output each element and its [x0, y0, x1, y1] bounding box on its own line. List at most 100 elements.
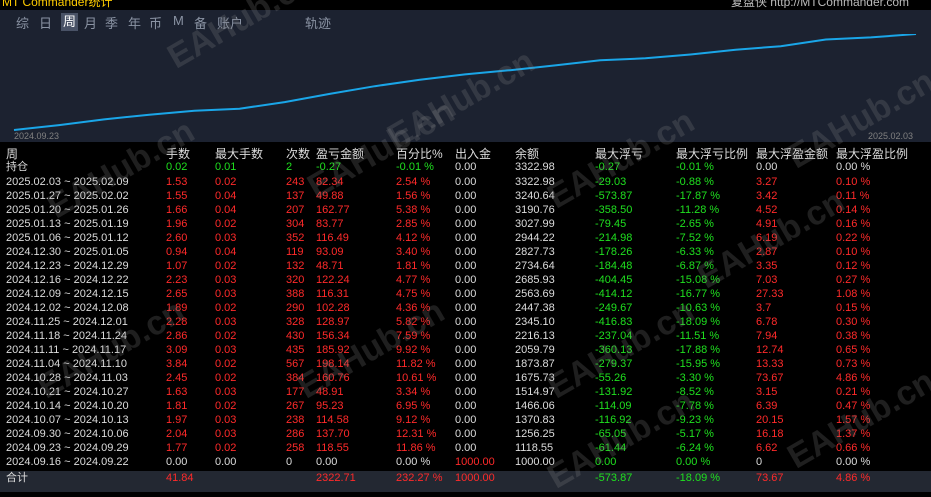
table-row: 2024.10.14 ~ 2024.10.20 1.81 0.02 267 95.23 6…: [0, 400, 931, 413]
table-row-col-2: 0.02: [215, 330, 237, 342]
table-row-col-8: -116.92: [595, 414, 632, 426]
table-row-col-3: 328: [286, 316, 305, 328]
tab-2[interactable]: 周: [61, 13, 79, 31]
table-row-col-9: -6.24 %: [676, 442, 714, 454]
table-row-col-8: -29.03: [595, 176, 627, 188]
table-row-col-9: -17.87 %: [676, 190, 721, 202]
table-row-col-3: 243: [286, 176, 305, 188]
table-row: 2024.09.30 ~ 2024.10.06 2.04 0.03 286 137.70…: [0, 428, 931, 441]
table-row-col-9: -7.52 %: [676, 232, 714, 244]
tab-0[interactable]: 综: [16, 13, 29, 32]
table-row-col-10: 4.52: [756, 204, 778, 216]
tab-5[interactable]: 年: [128, 13, 141, 32]
tab-10[interactable]: 轨迹: [305, 13, 331, 32]
table-row-col-10: 6.19: [756, 232, 778, 244]
table-row-col-1: 1.66: [166, 204, 188, 216]
table-row-col-10: 7.03: [756, 274, 778, 286]
table-header-col-0: 周: [6, 147, 19, 161]
table-row-col-9: -11.51 %: [676, 330, 720, 342]
table-row-col-1: 1.07: [166, 260, 188, 272]
table-row-col-8: -358.50: [595, 204, 633, 216]
table-row-col-11: 0.10 %: [836, 246, 871, 258]
table-row: 2024.12.09 ~ 2024.12.15 2.65 0.03 388 116.31…: [0, 288, 931, 301]
table-row-col-2: 0.02: [215, 358, 237, 370]
table-row-col-8: -404.45: [595, 274, 633, 286]
table-row-col-5: 9.92 %: [396, 344, 431, 356]
table-row-col-11: 0.12 %: [836, 260, 871, 272]
table-row-col-6: 0.00: [455, 330, 477, 342]
table-row-col-11: 0.15 %: [836, 302, 871, 314]
table-row-col-4: 122.24: [316, 274, 350, 286]
table-row-col-1: 2.86: [166, 330, 188, 342]
table-row-col-5: 4.36 %: [396, 302, 431, 314]
table-row-col-6: 0.00: [455, 218, 477, 230]
holding-row-col-5: -0.01 %: [396, 161, 434, 173]
table-row-col-0: 2024.11.04 ~ 2024.11.10: [6, 358, 128, 370]
tab-7[interactable]: M: [173, 13, 184, 28]
table-row-col-4: 118.55: [316, 442, 349, 454]
table-row-col-2: 0.04: [215, 246, 237, 258]
table-row-col-3: 304: [286, 218, 305, 230]
table-row: 2025.02.03 ~ 2025.02.09 1.53 0.02 243 82.34 2…: [0, 176, 931, 189]
table-row-col-1: 1.53: [166, 176, 188, 188]
table-row-col-11: 0.65 %: [836, 344, 871, 356]
table-row-col-7: 3240.64: [515, 190, 555, 202]
chart-end-date: 2025.02.03: [868, 131, 914, 141]
table-row-col-6: 0.00: [455, 442, 477, 454]
tab-6[interactable]: 币: [149, 13, 162, 32]
total-row-col-8: -573.87: [595, 472, 633, 484]
tab-1[interactable]: 日: [39, 13, 52, 32]
table-row-col-1: 1.97: [166, 414, 188, 426]
table-row-col-2: 0.00: [215, 456, 237, 468]
table-row-col-8: -414.12: [595, 288, 633, 300]
table-row-col-1: 0.00: [166, 456, 188, 468]
table-row-col-4: 185.92: [316, 344, 350, 356]
table-row-col-5: 2.85 %: [396, 218, 431, 230]
tab-4[interactable]: 季: [105, 13, 118, 32]
table-row: 2024.12.23 ~ 2024.12.29 1.07 0.02 132 48.71 1…: [0, 260, 931, 273]
table-row-col-3: 388: [286, 288, 305, 300]
total-row-col-5: 232.27 %: [396, 472, 443, 484]
table-row-col-4: 137.70: [316, 428, 350, 440]
table-row-col-5: 1.56 %: [396, 190, 431, 202]
total-row-col-4: 2322.71: [316, 472, 356, 484]
holding-row: 持仓 0.02 0.01 2 -0.27 -0.01 % 0.00 3322.98 -0.27 -…: [0, 161, 931, 174]
table-row-col-11: 0.11 %: [836, 190, 870, 202]
table-row-col-3: 567: [286, 358, 305, 370]
table-row-col-1: 1.96: [166, 218, 188, 230]
table-row-col-5: 3.34 %: [396, 386, 431, 398]
table-row-col-3: 0: [286, 456, 293, 468]
table-row-col-6: 0.00: [455, 232, 477, 244]
table-row-col-8: -131.92: [595, 386, 633, 398]
table-row-col-3: 119: [286, 246, 304, 258]
tab-9[interactable]: 账户: [217, 13, 243, 32]
app-link[interactable]: 复盘侠 http://MTCommander.com: [731, 0, 909, 8]
holding-row-col-0: 持仓: [6, 161, 28, 173]
table-row-col-6: 0.00: [455, 176, 477, 188]
table-row: 2024.11.04 ~ 2024.11.10 3.84 0.02 567 198.14…: [0, 358, 931, 371]
table-row-col-7: 1514.97: [515, 386, 555, 398]
holding-row-col-6: 0.00: [455, 161, 477, 173]
holding-row-col-10: 0.00: [756, 161, 778, 173]
table-row-col-11: 0.27 %: [836, 274, 871, 286]
tab-3[interactable]: 月: [84, 13, 97, 32]
table-row: 2024.11.25 ~ 2024.12.01 2.28 0.03 328 128.97…: [0, 316, 931, 329]
tab-8[interactable]: 备: [194, 13, 207, 32]
table-row: 2024.10.28 ~ 2024.11.03 2.45 0.02 384 160.76…: [0, 372, 931, 385]
table-row-col-2: 0.04: [215, 204, 237, 216]
table-row-col-7: 2944.22: [515, 232, 555, 244]
table-row-col-4: 48.91: [316, 386, 344, 398]
table-row-col-9: -6.33 %: [676, 246, 714, 258]
table-row-col-5: 10.61 %: [396, 372, 437, 384]
table-row-col-10: 16.18: [756, 428, 784, 440]
table-row-col-10: 6.78: [756, 316, 778, 328]
table-row-col-4: 156.34: [316, 330, 350, 342]
table-row-col-11: 4.86 %: [836, 372, 871, 384]
table-row-col-10: 3.42: [756, 190, 778, 202]
table-row: 2024.11.11 ~ 2024.11.17 3.09 0.03 435 185.92…: [0, 344, 931, 357]
table-header-col-3: 次数: [286, 147, 311, 161]
table-row-col-0: 2024.11.11 ~ 2024.11.17: [6, 344, 127, 356]
table-row-col-9: -7.78 %: [676, 400, 714, 412]
table-header-col-10: 最大浮盈金额: [756, 147, 829, 161]
table-row-col-3: 290: [286, 302, 305, 314]
